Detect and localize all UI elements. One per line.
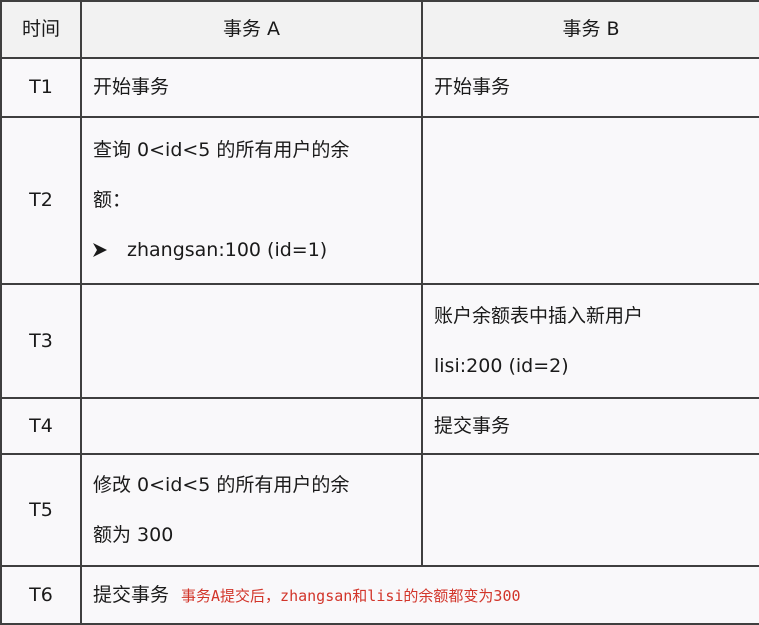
transaction-b-cell: 提交事务 [421, 397, 759, 455]
transaction-b-cell: 账户余额表中插入新用户 lisi:200 (id=2) [421, 283, 759, 399]
transaction-table: 时间 事务 A 事务 B T1 开始事务 开始事务 T2 查询 0<id<5 的… [0, 0, 759, 625]
bullet-text: zhangsan:100 (id=1) [127, 238, 328, 261]
header-transaction-a: 事务 A [80, 0, 423, 59]
arrow-bullet-icon [93, 243, 107, 258]
transaction-a-cell [80, 397, 423, 455]
cell-text-line-2: 额： [93, 189, 132, 212]
cell-text-line-1: 账户余额表中插入新用户 [434, 304, 644, 327]
transaction-a-cell: 开始事务 [80, 57, 423, 118]
cell-text-line-2: 额为 300 [93, 523, 174, 546]
cell-text-line-1: 查询 0<id<5 的所有用户的余 [93, 139, 350, 162]
time-cell: T1 [0, 57, 82, 118]
transaction-b-cell [421, 453, 759, 567]
time-cell: T4 [0, 397, 82, 455]
transaction-a-cell [80, 283, 423, 399]
table-header-row: 时间 事务 A 事务 B [0, 0, 759, 59]
cell-text: 开始事务 [434, 76, 511, 99]
header-transaction-b: 事务 B [421, 0, 759, 59]
table-row-t4: T4 提交事务 [0, 397, 759, 455]
cell-text-with-note: 提交事务 事务A提交后，zhangsan和lisi的余额都变为300 [93, 583, 758, 607]
cell-text: 开始事务 [93, 76, 170, 99]
cell-text-line-2: lisi:200 (id=2) [434, 354, 569, 377]
transaction-a-cell: 提交事务 事务A提交后，zhangsan和lisi的余额都变为300 [80, 565, 759, 625]
time-cell: T2 [0, 116, 82, 285]
transaction-b-cell [421, 116, 759, 285]
table-row-t1: T1 开始事务 开始事务 [0, 57, 759, 118]
table-row-t6: T6 提交事务 事务A提交后，zhangsan和lisi的余额都变为300 [0, 565, 759, 625]
bullet-item: zhangsan:100 (id=1) [93, 238, 420, 262]
cell-text: 提交事务 [93, 583, 170, 606]
table-row-t5: T5 修改 0<id<5 的所有用户的余 额为 300 [0, 453, 759, 567]
cell-text: 提交事务 [434, 414, 511, 437]
cell-text-line-1: 修改 0<id<5 的所有用户的余 [93, 473, 350, 496]
table-row-t2: T2 查询 0<id<5 的所有用户的余 额： zhangsan:100 (id… [0, 116, 759, 285]
header-time: 时间 [0, 0, 82, 59]
transaction-a-cell: 查询 0<id<5 的所有用户的余 额： zhangsan:100 (id=1) [80, 116, 423, 285]
time-cell: T3 [0, 283, 82, 399]
transaction-b-cell: 开始事务 [421, 57, 759, 118]
table-row-t3: T3 账户余额表中插入新用户 lisi:200 (id=2) [0, 283, 759, 399]
transaction-a-cell: 修改 0<id<5 的所有用户的余 额为 300 [80, 453, 423, 567]
time-cell: T5 [0, 453, 82, 567]
annotation-note: 事务A提交后，zhangsan和lisi的余额都变为300 [181, 586, 521, 605]
time-cell: T6 [0, 565, 82, 625]
